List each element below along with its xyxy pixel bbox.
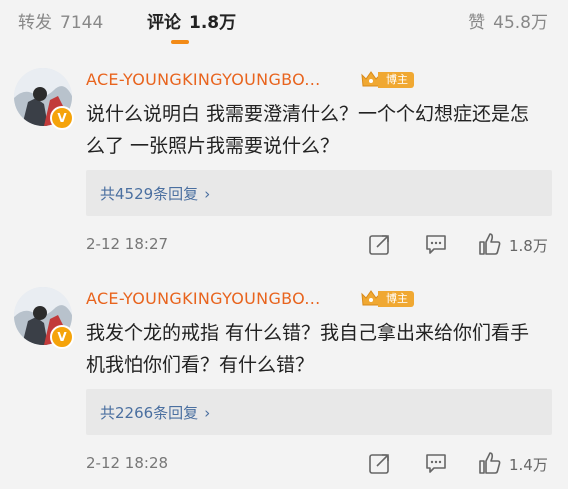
- replies-link[interactable]: 共4529条回复 ›: [100, 183, 210, 204]
- like-count: 1.8万: [509, 237, 548, 255]
- comment-text: 我发个龙的戒指 有什么错？我自己拿出来给你们看手机我怕你们看？有什么错？: [86, 322, 530, 376]
- replies-count: 共2266条回复: [100, 404, 199, 422]
- replies-link[interactable]: 共2266条回复 ›: [100, 402, 210, 423]
- chevron-right-icon: ›: [204, 185, 211, 203]
- replies-preview[interactable]: 共4529条回复 ›: [86, 170, 552, 216]
- thumbs-up-icon[interactable]: [478, 451, 502, 475]
- chevron-right-icon: ›: [204, 404, 211, 422]
- comment-meta: 2-12 18:27 1.8万: [86, 232, 552, 258]
- tab-like-count: 45.8万: [493, 13, 548, 33]
- comment-icon[interactable]: [424, 451, 448, 475]
- timestamp: 2-12 18:27: [86, 235, 169, 253]
- tab-repost-label: 转发: [18, 13, 52, 33]
- share-icon[interactable]: [368, 451, 392, 475]
- comment-meta: 2-12 18:28 1.4万: [86, 451, 552, 477]
- verified-v-icon: V: [50, 325, 74, 349]
- tab-repost-count: 7144: [60, 13, 104, 33]
- tab-comment-count: 1.8万: [189, 13, 237, 33]
- tab-comment-label: 评论: [147, 13, 181, 33]
- tab-like-label: 赞: [468, 13, 486, 33]
- comment-tabs-bar: 转发 7144 评论 1.8万 赞 45.8万: [0, 0, 568, 48]
- blogger-badge-label: 博主: [378, 72, 414, 88]
- username[interactable]: ACE-YOUNGKINGYOUNGBO...: [86, 289, 321, 308]
- share-icon[interactable]: [368, 232, 392, 256]
- verified-v-icon: V: [50, 106, 74, 130]
- thumbs-up-icon[interactable]: [478, 232, 502, 256]
- like-count: 1.4万: [509, 456, 548, 474]
- blogger-badge-label: 博主: [378, 291, 414, 307]
- tab-comment[interactable]: 评论 1.8万: [147, 8, 236, 33]
- comment-icon[interactable]: [424, 232, 448, 256]
- replies-preview[interactable]: 共2266条回复 ›: [86, 389, 552, 435]
- comment-text: 说什么说明白 我需要澄清什么？一个个幻想症还是怎么了 一张照片我需要说什么？: [86, 103, 530, 157]
- active-tab-indicator: [171, 40, 189, 44]
- tab-like[interactable]: 赞 45.8万: [468, 8, 548, 33]
- username[interactable]: ACE-YOUNGKINGYOUNGBO...: [86, 70, 321, 89]
- timestamp: 2-12 18:28: [86, 454, 169, 472]
- replies-count: 共4529条回复: [100, 185, 199, 203]
- tab-repost[interactable]: 转发 7144: [18, 8, 103, 33]
